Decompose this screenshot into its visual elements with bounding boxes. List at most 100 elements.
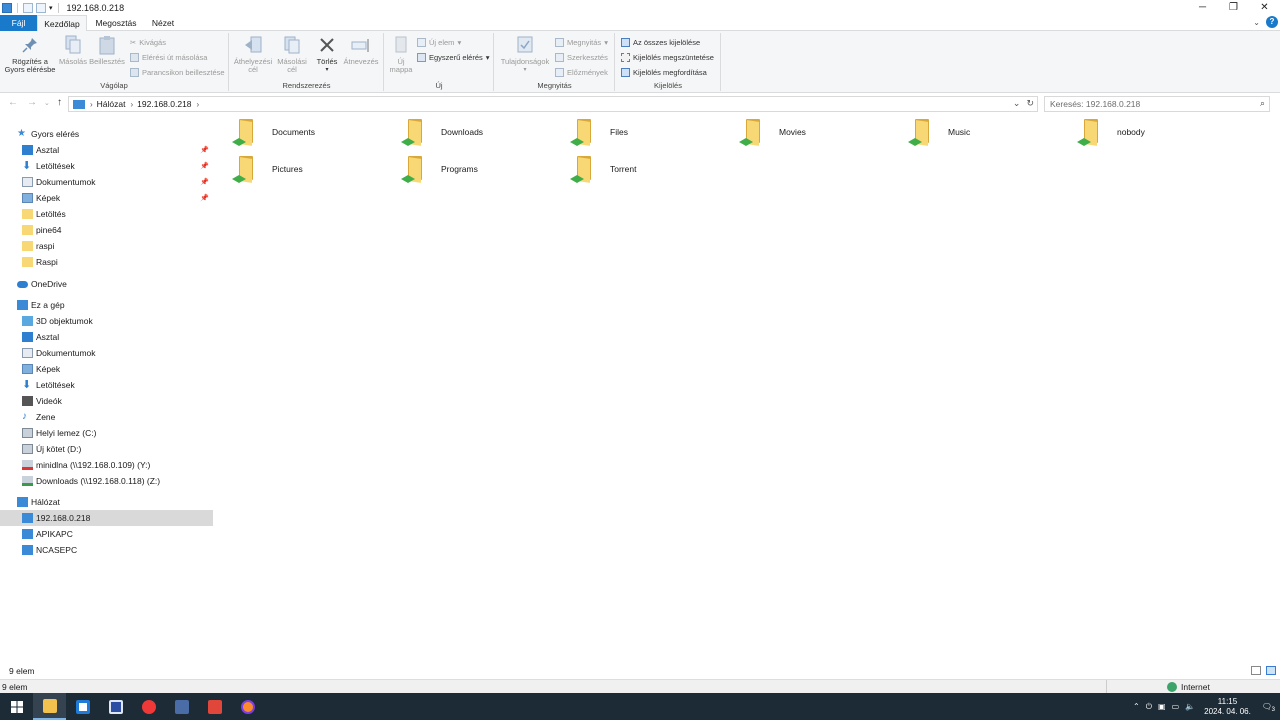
shared-folder-item[interactable]: Music	[902, 114, 1070, 150]
delete-button[interactable]: Törlés ▾	[314, 35, 340, 74]
nav-qa-desktop[interactable]: Asztal 📌	[0, 142, 213, 158]
tab-file[interactable]: Fájl	[0, 15, 37, 31]
breadcrumb-chevron-icon[interactable]: ›	[90, 100, 93, 109]
explorer-window-icon[interactable]	[2, 2, 12, 13]
tab-home[interactable]: Kezdőlap	[37, 15, 87, 32]
shared-folder-item[interactable]: Torrent	[564, 151, 732, 187]
taskbar-floppy-app[interactable]	[99, 693, 132, 720]
shared-folder-item[interactable]: Downloads	[395, 114, 563, 150]
nav-pc-desktop[interactable]: Asztal	[0, 329, 213, 345]
volume-icon[interactable]: 🔈	[1185, 702, 1195, 711]
nav-qa-raspi-2[interactable]: Raspi	[0, 254, 213, 270]
restore-button[interactable]: ❐	[1218, 0, 1249, 15]
nav-pc-drive-y[interactable]: minidlna (\\192.168.0.109) (Y:)	[0, 457, 213, 473]
nav-net-apikapc[interactable]: APIKAPC	[0, 526, 213, 542]
taskbar-file-explorer[interactable]	[33, 693, 66, 720]
recent-locations-chevron-icon[interactable]: ⌄	[44, 99, 50, 107]
nav-qa-downloads[interactable]: ⬇ Letöltések 📌	[0, 158, 213, 174]
select-none-button[interactable]: Kijelölés megszüntetése	[621, 53, 714, 62]
copy-button[interactable]: Másolás	[58, 35, 88, 66]
back-arrow-icon[interactable]: ←	[8, 97, 18, 108]
invert-selection-button[interactable]: Kijelölés megfordítása	[621, 68, 707, 77]
nav-pc-downloads[interactable]: ⬇ Letöltések	[0, 377, 213, 393]
nav-pc-drive-c[interactable]: Helyi lemez (C:)	[0, 425, 213, 441]
show-hidden-icons-chevron-icon[interactable]: ⌃	[1133, 702, 1140, 711]
nav-pc-music[interactable]: ♪ Zene	[0, 409, 213, 425]
nav-pc-3d-objects[interactable]: 3D objektumok	[0, 313, 213, 329]
properties-button[interactable]: Tulajdonságok ▾	[497, 35, 553, 74]
nav-pc-pictures[interactable]: Képek	[0, 361, 213, 377]
nav-pc-drive-z[interactable]: Downloads (\\192.168.0.118) (Z:)	[0, 473, 213, 489]
shared-folder-item[interactable]: Pictures	[226, 151, 394, 187]
nav-qa-letoltes[interactable]: Letöltés	[0, 206, 213, 222]
taskbar-vivaldi[interactable]	[132, 693, 165, 720]
nav-qa-documents[interactable]: Dokumentumok 📌	[0, 174, 213, 190]
nav-qa-raspi[interactable]: raspi	[0, 238, 213, 254]
nav-item-label: Letöltések	[36, 161, 75, 171]
select-all-button[interactable]: Az összes kijelölése	[621, 38, 700, 47]
nav-pc-drive-d[interactable]: Új kötet (D:)	[0, 441, 213, 457]
expand-ribbon-chevron-icon[interactable]: ⌄	[1253, 18, 1260, 27]
taskbar-remote-app[interactable]	[198, 693, 231, 720]
rename-button[interactable]: Átnevezés	[341, 35, 381, 66]
customize-toolbar-chevron-icon[interactable]: ▾	[49, 4, 53, 12]
properties-icon[interactable]	[23, 2, 33, 13]
nav-network[interactable]: Hálózat	[0, 494, 213, 510]
large-icons-view-icon[interactable]	[1266, 666, 1276, 675]
tab-share[interactable]: Megosztás	[89, 15, 143, 31]
pin-to-quick-access-button[interactable]: Rögzítés a Gyors elérésbe	[2, 35, 58, 74]
breadcrumb-chevron-icon[interactable]: ›	[197, 100, 200, 109]
minimize-button[interactable]: ─	[1187, 0, 1218, 15]
new-folder-button[interactable]: Új mappa	[387, 35, 415, 74]
copy-to-button[interactable]: Másolási cél	[274, 35, 310, 74]
search-input[interactable]: Keresés: 192.168.0.218 ⌕	[1044, 96, 1270, 112]
close-button[interactable]: ✕	[1249, 0, 1280, 15]
new-item-button[interactable]: Új elem ▾	[417, 38, 461, 47]
power-icon[interactable]: ⏻	[1146, 702, 1152, 712]
new-folder-icon[interactable]	[36, 2, 46, 13]
start-button[interactable]	[0, 693, 33, 720]
taskbar-network-tool[interactable]	[165, 693, 198, 720]
nav-qa-pine64[interactable]: pine64	[0, 222, 213, 238]
nav-quick-access[interactable]: ★ Gyors elérés	[0, 126, 213, 142]
shared-folder-item[interactable]: nobody	[1071, 114, 1239, 150]
address-dropdown-chevron-icon[interactable]: ⌄	[1013, 98, 1021, 109]
shared-folder-item[interactable]: Documents	[226, 114, 394, 150]
open-button[interactable]: Megnyitás ▾	[555, 38, 608, 47]
details-view-icon[interactable]	[1251, 666, 1261, 675]
nav-this-pc[interactable]: Ez a gép	[0, 297, 213, 313]
shared-folder-item[interactable]: Programs	[395, 151, 563, 187]
easy-access-button[interactable]: Egyszerű elérés ▾	[417, 53, 490, 62]
up-arrow-icon[interactable]: ↑	[57, 97, 62, 108]
refresh-icon[interactable]: ↻	[1026, 98, 1034, 109]
breadcrumb-chevron-icon[interactable]: ›	[131, 100, 134, 109]
taskbar-firefox[interactable]	[231, 693, 264, 720]
clock[interactable]: 11:15 2024. 04. 06.	[1204, 697, 1251, 717]
nav-pc-videos[interactable]: Videók	[0, 393, 213, 409]
network-status-icon[interactable]: ▭	[1172, 702, 1180, 711]
nav-net-ncasepc[interactable]: NCASEPC	[0, 542, 213, 558]
help-icon[interactable]: ?	[1266, 16, 1278, 28]
address-bar[interactable]: › Hálózat › 192.168.0.218 › ⌄ ↻	[68, 96, 1038, 112]
history-button[interactable]: Előzmények	[555, 68, 608, 77]
nav-pc-documents[interactable]: Dokumentumok	[0, 345, 213, 361]
cut-button[interactable]: ✂ Kivágás	[130, 38, 166, 47]
forward-arrow-icon[interactable]: →	[27, 97, 37, 108]
shared-folder-item[interactable]: Movies	[733, 114, 901, 150]
paste-button[interactable]: Beillesztés	[89, 35, 125, 66]
nav-qa-pictures[interactable]: Képek 📌	[0, 190, 213, 206]
search-icon[interactable]: ⌕	[1260, 98, 1265, 109]
breadcrumb-current[interactable]: 192.168.0.218	[137, 99, 191, 109]
notifications-icon[interactable]: 🗨 3	[1262, 702, 1275, 713]
breadcrumb-network[interactable]: Hálózat	[97, 99, 126, 109]
move-to-button[interactable]: Áthelyezési cél	[233, 35, 273, 74]
tab-view[interactable]: Nézet	[144, 15, 182, 31]
paste-shortcut-button[interactable]: Parancsikon beillesztése	[130, 68, 225, 77]
taskbar-store[interactable]	[66, 693, 99, 720]
nav-net-192-168-0-218[interactable]: 192.168.0.218	[0, 510, 213, 526]
edit-button[interactable]: Szerkesztés	[555, 53, 608, 62]
nav-onedrive[interactable]: OneDrive	[0, 276, 213, 292]
copy-path-button[interactable]: Elérési út másolása	[130, 53, 207, 62]
shared-folder-item[interactable]: Files	[564, 114, 732, 150]
usb-icon[interactable]: ▣	[1158, 702, 1166, 711]
